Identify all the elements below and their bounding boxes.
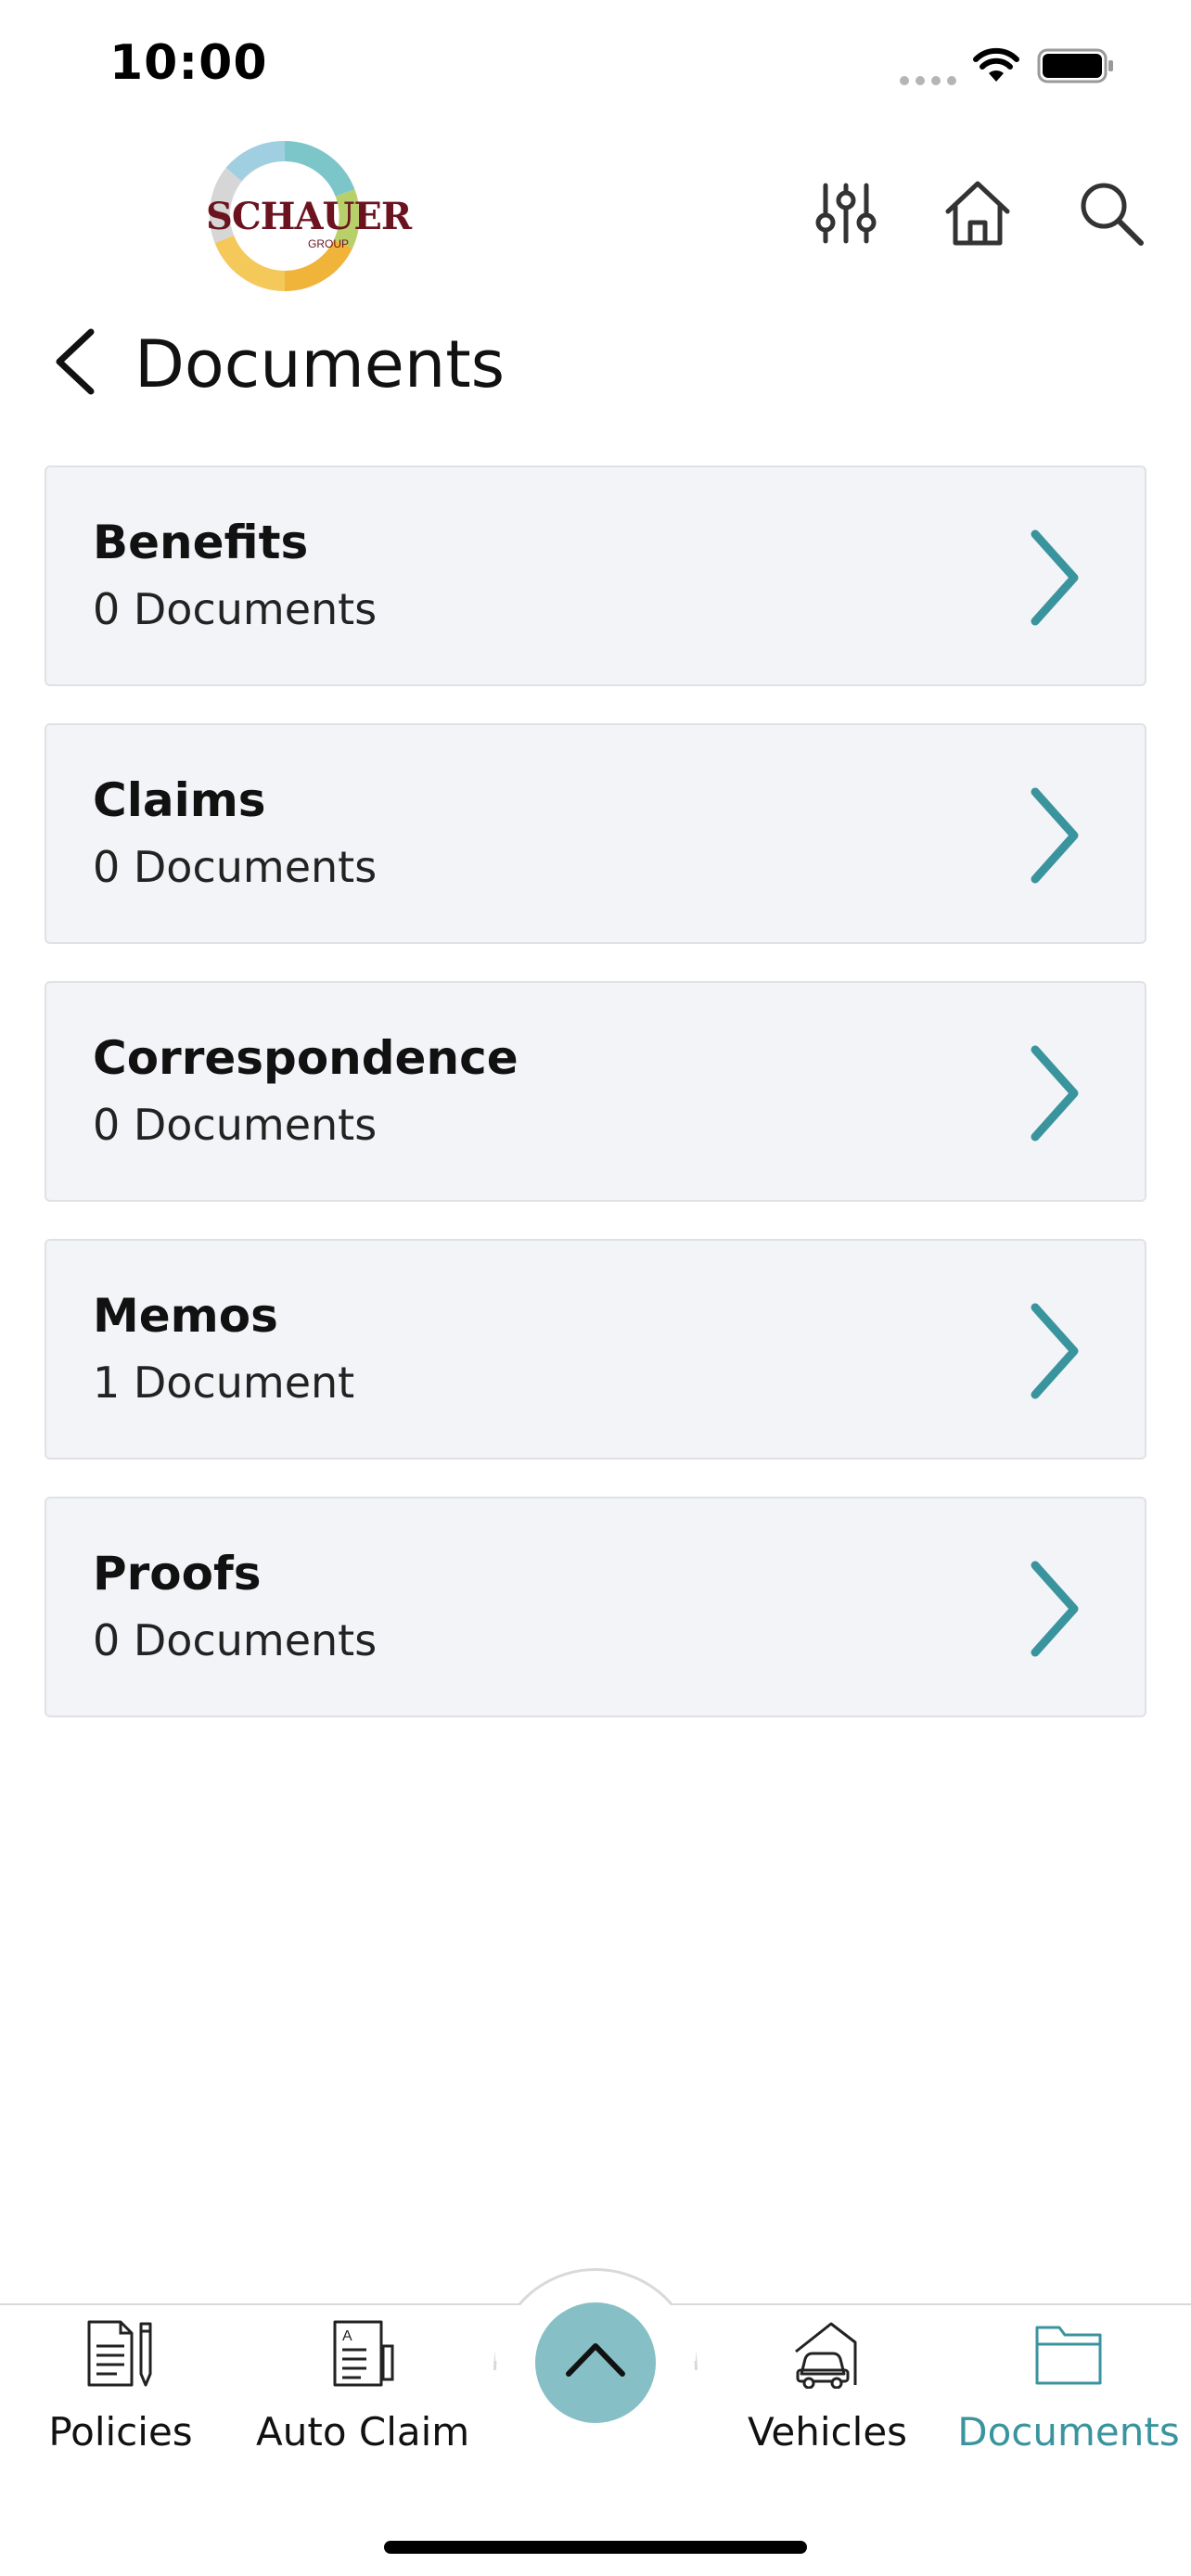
tab-label: Policies (48, 2409, 193, 2455)
home-icon[interactable] (941, 176, 1015, 250)
tab-vehicles[interactable]: Vehicles (735, 2318, 920, 2467)
expand-menu-button[interactable] (535, 2302, 656, 2423)
category-card-correspondence[interactable]: Correspondence 0 Documents (45, 981, 1146, 1202)
chevron-right-icon (1031, 787, 1079, 884)
tab-label: Documents (957, 2409, 1180, 2455)
logo-text: SCHAUER (206, 195, 412, 238)
category-count: 0 Documents (93, 1615, 378, 1665)
tab-policies[interactable]: Policies (37, 2318, 204, 2467)
category-count: 0 Documents (93, 584, 378, 634)
sliders-icon[interactable] (809, 176, 883, 250)
category-card-benefits[interactable]: Benefits 0 Documents (45, 465, 1146, 686)
category-count: 1 Document (93, 1358, 355, 1408)
svg-text:A: A (342, 2328, 352, 2344)
category-title: Benefits (93, 516, 309, 569)
chevron-right-icon (1031, 1561, 1079, 1657)
vehicle-garage-icon (795, 2322, 857, 2389)
category-title: Correspondence (93, 1031, 519, 1085)
chevron-right-icon (1031, 529, 1079, 626)
battery-icon (1037, 48, 1113, 83)
schauer-group-logo[interactable]: SCHAUER GROUP (206, 137, 412, 295)
title-row: Documents (0, 306, 1191, 427)
category-title: Memos (93, 1289, 278, 1343)
tab-label: Auto Claim (256, 2409, 470, 2455)
search-icon[interactable] (1074, 176, 1148, 250)
back-chevron-icon[interactable] (48, 325, 104, 399)
category-title: Claims (93, 773, 266, 827)
status-time: 10:00 (109, 35, 268, 91)
app-header: SCHAUER GROUP (0, 130, 1191, 306)
category-title: Proofs (93, 1547, 262, 1600)
tab-label: Vehicles (747, 2409, 908, 2455)
home-indicator (384, 2541, 807, 2554)
cellular-signal-icon (900, 76, 957, 85)
category-card-claims[interactable]: Claims 0 Documents (45, 723, 1146, 944)
wifi-icon (973, 47, 1019, 82)
status-bar: 10:00 (0, 0, 1191, 130)
logo-subtext: GROUP (308, 237, 350, 250)
page-title: Documents (134, 326, 506, 402)
category-count: 0 Documents (93, 842, 378, 892)
tab-documents[interactable]: Documents (957, 2318, 1180, 2467)
policy-document-icon (87, 2320, 152, 2387)
category-card-memos[interactable]: Memos 1 Document (45, 1239, 1146, 1460)
chevron-right-icon (1031, 1303, 1079, 1399)
chevron-up-icon (566, 2343, 625, 2377)
tab-auto-claim[interactable]: A Auto Claim (256, 2318, 469, 2467)
chevron-right-icon (1031, 1045, 1079, 1141)
category-card-proofs[interactable]: Proofs 0 Documents (45, 1497, 1146, 1717)
folder-icon (1035, 2326, 1102, 2385)
auto-claim-form-icon: A (333, 2320, 394, 2387)
document-category-list: Benefits 0 Documents Claims 0 Documents … (45, 465, 1146, 1754)
category-count: 0 Documents (93, 1100, 378, 1150)
